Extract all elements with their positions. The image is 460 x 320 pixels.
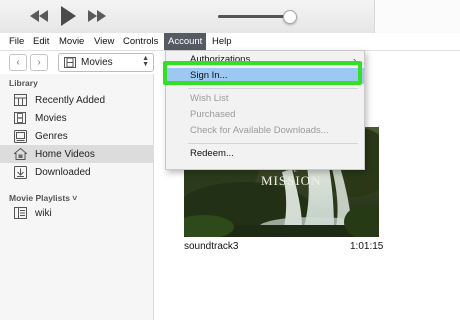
menu-item-purchased[interactable]: Purchased [166, 107, 364, 123]
highlight-annotation-box [163, 61, 362, 85]
chevron-left-icon: ‹ [16, 57, 20, 68]
downloaded-icon [13, 165, 27, 179]
menu-view[interactable]: View [90, 33, 118, 50]
rewind-icon [30, 10, 48, 22]
sidebar-item-genres[interactable]: Genres [0, 127, 153, 145]
media-type-select[interactable]: Movies ▲ ▼ [58, 53, 154, 72]
sidebar-item-label: Movies [35, 112, 67, 124]
rewind-button[interactable] [28, 5, 50, 27]
sidebar-item-label: wiki [35, 207, 52, 219]
play-icon [61, 6, 76, 26]
volume-knob[interactable] [283, 10, 298, 24]
movie-title[interactable]: soundtrack3 [184, 241, 238, 252]
updown-chevron-icon: ▲ ▼ [142, 55, 149, 68]
sidebar-item-downloaded[interactable]: Downloaded [0, 163, 153, 181]
volume-fill [218, 15, 290, 18]
menu-account[interactable]: Account [164, 33, 207, 50]
menu-item-wish-list[interactable]: Wish List [166, 91, 364, 107]
sidebar-item-label: Genres [35, 130, 68, 142]
menu-controls[interactable]: Controls [119, 33, 162, 50]
film-icon [64, 57, 76, 68]
sidebar-item-movies[interactable]: Movies [0, 109, 153, 127]
recently-added-icon [13, 93, 27, 107]
menu-file[interactable]: File [5, 33, 28, 50]
back-button[interactable]: ‹ [9, 54, 27, 71]
menu-item-check-downloads[interactable]: Check for Available Downloads... [166, 123, 364, 139]
menu-item-redeem[interactable]: Redeem... [166, 146, 364, 162]
genres-icon [13, 129, 27, 143]
sidebar-item-label: Home Videos [35, 148, 95, 160]
library-heading: Library [9, 78, 38, 88]
home-videos-icon [13, 147, 27, 161]
sidebar-item-label: Recently Added [35, 94, 106, 106]
media-type-label: Movies [81, 57, 113, 68]
menu-separator [188, 88, 358, 89]
menu-help[interactable]: Help [208, 33, 236, 50]
menu-item-label: Check for Available Downloads... [190, 125, 329, 136]
playlist-icon [13, 206, 27, 220]
chevron-right-icon: › [37, 57, 41, 68]
menu-separator [188, 143, 358, 144]
menu-item-label: Redeem... [190, 148, 234, 159]
movies-icon [13, 111, 27, 125]
movie-playlists-heading[interactable]: Movie Playlists ˅ [9, 193, 77, 203]
sidebar-item-home-videos[interactable]: Home Videos [0, 145, 153, 163]
forward-button[interactable]: › [30, 54, 48, 71]
sidebar-item-wiki[interactable]: wiki [0, 204, 153, 222]
menu-movie[interactable]: Movie [55, 33, 88, 50]
status-display [374, 0, 460, 33]
menu-item-label: Purchased [190, 109, 236, 120]
sidebar: Library Recently Added Movies Genres Hom… [0, 74, 154, 320]
sidebar-item-recently-added[interactable]: Recently Added [0, 91, 153, 109]
volume-slider[interactable] [218, 15, 290, 18]
movie-duration: 1:01:15 [350, 241, 384, 252]
fast-forward-icon [88, 10, 106, 22]
menu-edit[interactable]: Edit [29, 33, 53, 50]
poster-title: MISSION [261, 173, 322, 188]
player-bar [0, 0, 460, 33]
sidebar-item-label: Downloaded [35, 166, 91, 178]
menu-item-label: Wish List [190, 93, 229, 104]
fast-forward-button[interactable] [86, 5, 108, 27]
menu-bar: File Edit Movie View Controls Account He… [0, 33, 460, 51]
play-button[interactable] [57, 5, 79, 27]
